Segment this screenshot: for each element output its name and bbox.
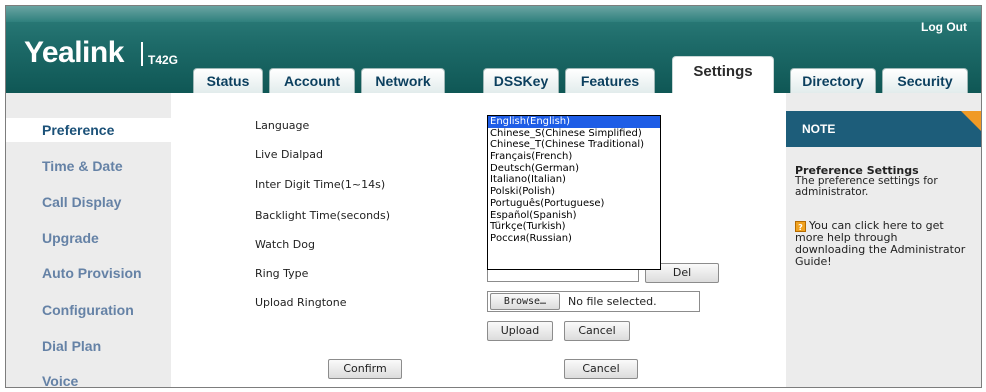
- inter-digit-time-label: Inter Digit Time(1~14s): [255, 178, 386, 191]
- help-text-line: Guide!: [795, 255, 832, 268]
- tab-features[interactable]: Features: [565, 68, 655, 93]
- header: Yealink T42G Log Out Status Account Netw…: [6, 6, 981, 94]
- note-text-line: administrator.: [795, 186, 869, 198]
- tab-network[interactable]: Network: [361, 68, 445, 93]
- confirm-button[interactable]: Confirm: [328, 359, 402, 379]
- logout-link[interactable]: Log Out: [921, 20, 967, 34]
- language-option[interactable]: Türkçe(Turkish): [488, 221, 660, 233]
- tab-account[interactable]: Account: [269, 68, 355, 93]
- ringtone-file-input[interactable]: Browse… No file selected.: [487, 291, 700, 312]
- sidebar-item-time-date[interactable]: Time & Date: [6, 154, 171, 178]
- language-option[interactable]: Português(Portuguese): [488, 198, 660, 210]
- sidebar-item-voice[interactable]: Voice: [6, 369, 171, 387]
- phone-model: T42G: [148, 53, 179, 67]
- sidebar-item-auto-provision[interactable]: Auto Provision: [6, 261, 171, 285]
- language-option[interactable]: Россия(Russian): [488, 233, 660, 245]
- help-text-line: downloading the Administrator: [795, 243, 966, 256]
- upload-button[interactable]: Upload: [487, 321, 553, 341]
- header-top-bar: [6, 6, 981, 22]
- language-option[interactable]: Italiano(Italian): [488, 174, 660, 186]
- note-panel: NOTE Preference Settings The preference …: [786, 93, 981, 387]
- tab-status[interactable]: Status: [193, 68, 263, 93]
- upload-ringtone-label: Upload Ringtone: [255, 296, 347, 309]
- sidebar-item-upgrade[interactable]: Upgrade: [6, 226, 171, 250]
- language-dropdown-list[interactable]: English(English) Chinese_S(Chinese Simpl…: [487, 115, 661, 270]
- watch-dog-label: Watch Dog: [255, 238, 315, 251]
- language-option[interactable]: Polski(Polish): [488, 186, 660, 198]
- upload-cancel-button[interactable]: Cancel: [564, 321, 630, 341]
- tab-settings[interactable]: Settings: [672, 56, 774, 94]
- sidebar: Preference Time & Date Call Display Upgr…: [6, 93, 176, 387]
- ring-type-label: Ring Type: [255, 267, 309, 280]
- cancel-button[interactable]: Cancel: [564, 359, 638, 379]
- note-header: NOTE: [786, 111, 981, 147]
- live-dialpad-label: Live Dialpad: [255, 148, 323, 161]
- language-option[interactable]: Español(Spanish): [488, 210, 660, 222]
- language-option[interactable]: Français(French): [488, 151, 660, 163]
- language-option[interactable]: Deutsch(German): [488, 163, 660, 175]
- browse-button[interactable]: Browse…: [490, 293, 560, 310]
- sidebar-item-configuration[interactable]: Configuration: [6, 298, 171, 322]
- language-option[interactable]: English(English): [488, 116, 660, 128]
- sidebar-item-dial-plan[interactable]: Dial Plan: [6, 334, 171, 358]
- file-status-text: No file selected.: [568, 295, 657, 308]
- help-text-line: more help through: [795, 231, 898, 244]
- yealink-logo: Yealink: [24, 36, 124, 69]
- tab-security[interactable]: Security: [882, 68, 968, 93]
- note-corner-accent: [961, 111, 981, 131]
- sidebar-item-preference[interactable]: Preference: [6, 118, 176, 142]
- tab-dsskey[interactable]: DSSKey: [483, 68, 559, 93]
- tab-directory[interactable]: Directory: [790, 68, 876, 93]
- app-window: Yealink T42G Log Out Status Account Netw…: [5, 5, 982, 388]
- language-option[interactable]: Chinese_T(Chinese Traditional): [488, 139, 660, 151]
- backlight-time-label: Backlight Time(seconds): [255, 209, 391, 222]
- note-title: NOTE: [802, 122, 836, 136]
- sidebar-item-call-display[interactable]: Call Display: [6, 190, 171, 214]
- language-label: Language: [255, 119, 310, 132]
- preference-form: Language Live Dialpad Inter Digit Time(1…: [171, 93, 786, 387]
- language-option[interactable]: Chinese_S(Chinese Simplified): [488, 128, 660, 140]
- logo-divider: [141, 42, 143, 66]
